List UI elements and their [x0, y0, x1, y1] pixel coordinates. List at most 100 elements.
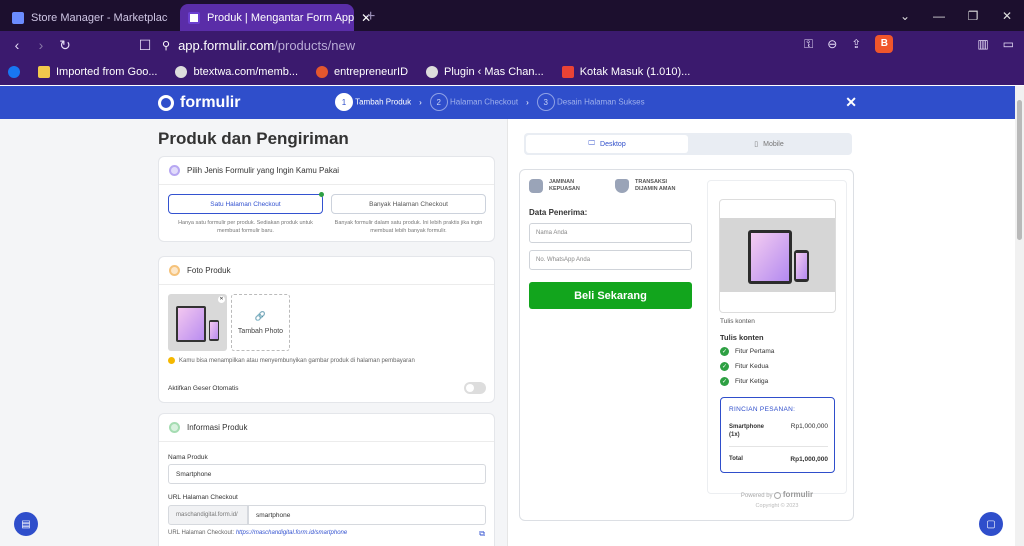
order-total-value: Rp1,000,000	[790, 456, 828, 463]
formulir-logo-icon	[774, 491, 782, 499]
url-host: app.formulir.com	[178, 37, 275, 53]
site-info-icon[interactable]: ⚲	[162, 39, 170, 52]
guarantee-badge: JAMINAN KEPUASAN	[529, 179, 580, 193]
tab-search-icon[interactable]: ⌄	[888, 9, 922, 23]
chevron-right-icon: ›	[419, 97, 422, 107]
site-icon	[316, 66, 329, 78]
copy-link-icon[interactable]: ⧉	[479, 529, 485, 539]
bookmark-item[interactable]: Kotak Masuk (1.010)...	[561, 66, 690, 78]
back-icon[interactable]: ‹	[6, 37, 28, 53]
reload-icon[interactable]: ↻	[54, 37, 76, 54]
forward-icon[interactable]: ›	[30, 37, 52, 53]
feature-item: ✓ Fitur Pertama	[720, 347, 775, 356]
new-tab-button[interactable]: +	[366, 8, 375, 26]
checkout-preview: JAMINAN KEPUASAN TRANSAKSI DIJAMIN AMAN Da…	[519, 169, 854, 521]
close-window-icon[interactable]: ✕	[990, 9, 1024, 23]
product-form-panel: Produk dan Pengiriman Pilih Jenis Formul…	[0, 119, 507, 546]
site-favicon-icon	[12, 11, 24, 24]
url-path: /products/new	[274, 37, 356, 53]
message-icon: ▢	[986, 518, 996, 530]
page-scrollbar[interactable]	[1015, 86, 1024, 546]
page-title: Produk dan Pengiriman	[158, 129, 349, 148]
scrollbar-thumb[interactable]	[1017, 100, 1022, 240]
card-header: Informasi Produk	[159, 414, 494, 442]
tab-title: Produk | Mengantar Form App	[207, 11, 355, 24]
window-controls: ⌄ — ❐ ✕	[888, 0, 1024, 31]
product-photo-thumbnail[interactable]: ✕	[168, 294, 227, 351]
brave-shield-icon[interactable]: B	[875, 35, 894, 53]
feature-item: ✓ Fitur Kedua	[720, 362, 769, 371]
step-desain-halaman-sukses[interactable]: 3 Desain Halaman Sukses	[536, 93, 645, 111]
toolbar-right: ⚿ ⊖ ⇪ B ▥ ▭	[804, 35, 1014, 53]
desktop-view-tab[interactable]: 🖵 Desktop	[526, 135, 688, 153]
checkout-url-label: URL Halaman Checkout	[168, 494, 238, 501]
secure-badge: TRANSAKSI DIJAMIN AMAN	[615, 179, 675, 193]
feature-item: ✓ Fitur Ketiga	[720, 377, 769, 386]
zoom-icon[interactable]: ⊖	[827, 37, 837, 51]
product-image	[719, 199, 836, 313]
photo-icon	[169, 265, 180, 276]
remove-photo-icon[interactable]: ✕	[218, 296, 225, 303]
autoslide-toggle[interactable]	[464, 382, 486, 394]
checkout-url-link[interactable]: https://maschandigital.form.id/smartphon…	[236, 530, 347, 536]
browser-tab-produk[interactable]: Produk | Mengantar Form App ✕	[180, 4, 371, 31]
stepper: 1 Tambah Produk › 2 Halaman Checkout › 3…	[335, 93, 645, 111]
multi-checkout-description: Banyak formulir dalam satu produk. Ini l…	[334, 220, 483, 234]
phone-icon: ▯	[754, 141, 759, 148]
restore-icon[interactable]: ❐	[956, 9, 990, 23]
preview-panel: 🖵 Desktop ▯ Mobile JAMINAN KEPUASAN TRANSAK…	[507, 119, 1015, 546]
shield-icon	[615, 179, 629, 193]
checkout-url-note: URL Halaman Checkout: https://maschandig…	[168, 530, 348, 536]
gmail-icon	[561, 66, 574, 78]
single-checkout-option[interactable]: Satu Halaman Checkout	[168, 192, 324, 214]
key-icon[interactable]: ⚿	[804, 37, 813, 52]
selected-dot-icon	[319, 192, 324, 197]
bookmark-item[interactable]: Imported from Goo...	[38, 66, 157, 78]
card-header: Pilih Jenis Formulir yang Ingin Kamu Pak…	[159, 157, 494, 185]
name-input[interactable]: Nama Anda	[529, 223, 692, 243]
powered-by: Powered by formulir	[740, 490, 814, 499]
order-item-price: Rp1,000,000	[790, 423, 828, 430]
tab-title: Store Manager - Marketplace Mas C	[31, 11, 168, 24]
whatsapp-input[interactable]: No. WhatsApp Anda	[529, 250, 692, 270]
multi-checkout-option[interactable]: Banyak Halaman Checkout	[331, 194, 486, 214]
step-halaman-checkout[interactable]: 2 Halaman Checkout	[429, 93, 518, 111]
bookmarks-bar: Imported from Goo... btextwa.com/memb...…	[0, 59, 1024, 85]
checkout-url-input[interactable]: smartphone	[248, 505, 486, 525]
chevron-right-icon: ›	[526, 97, 529, 107]
mobile-view-tab[interactable]: ▯ Mobile	[688, 135, 850, 153]
order-title: RINCIAN PESANAN:	[729, 406, 796, 413]
wallet-icon[interactable]: ▭	[1003, 37, 1014, 51]
step-tambah-produk[interactable]: 1 Tambah Produk	[335, 93, 411, 111]
photo-note: Kamu bisa menampilkan atau menyembunyika…	[168, 357, 415, 364]
check-icon: ✓	[720, 377, 729, 386]
formulir-logo[interactable]: formulir	[158, 94, 240, 112]
bookmark-item[interactable]: Plugin ‹ Mas Chan...	[426, 66, 544, 78]
monitor-icon: 🖵	[588, 140, 596, 147]
formulir-favicon-icon	[188, 11, 200, 24]
browser-tab-store-manager[interactable]: Store Manager - Marketplace Mas C	[4, 4, 176, 31]
bookmark-item[interactable]: entrepreneurID	[316, 66, 408, 78]
product-name-input[interactable]: Smartphone	[168, 464, 486, 484]
feedback-chat-button[interactable]: ▤	[14, 512, 38, 536]
order-summary: RINCIAN PESANAN: Smartphone (1x) Rp1,000,…	[720, 397, 835, 473]
bookmark-item[interactable]: btextwa.com/memb...	[175, 66, 298, 78]
attach-icon: 🔗	[254, 310, 267, 321]
order-total-label: Total	[729, 456, 743, 462]
share-icon[interactable]: ⇪	[851, 37, 861, 51]
close-editor-icon[interactable]: ✕	[845, 94, 857, 111]
add-photo-button[interactable]: 🔗 Tambah Photo	[231, 294, 290, 351]
address-bar[interactable]: ⚲ app.formulir.com/products/new	[162, 34, 862, 56]
browser-toolbar: ‹ › ↻ ☐ ⚲ app.formulir.com/products/new …	[0, 31, 1024, 59]
bookmark-icon[interactable]: ☐	[134, 37, 156, 54]
sidebar-icon[interactable]: ▥	[977, 37, 988, 51]
form-type-icon	[169, 165, 180, 176]
autoslide-row: Aktifkan Geser Otomatis	[168, 382, 486, 394]
buy-now-button[interactable]: Beli Sekarang	[529, 282, 692, 309]
app-header: formulir 1 Tambah Produk › 2 Halaman Che…	[0, 86, 1015, 119]
support-chat-button[interactable]: ▢	[979, 512, 1003, 536]
minimize-icon[interactable]: —	[922, 9, 956, 23]
order-item-name: Smartphone (1x)	[729, 424, 765, 438]
facebook-icon[interactable]	[8, 66, 20, 78]
divider	[729, 446, 828, 447]
